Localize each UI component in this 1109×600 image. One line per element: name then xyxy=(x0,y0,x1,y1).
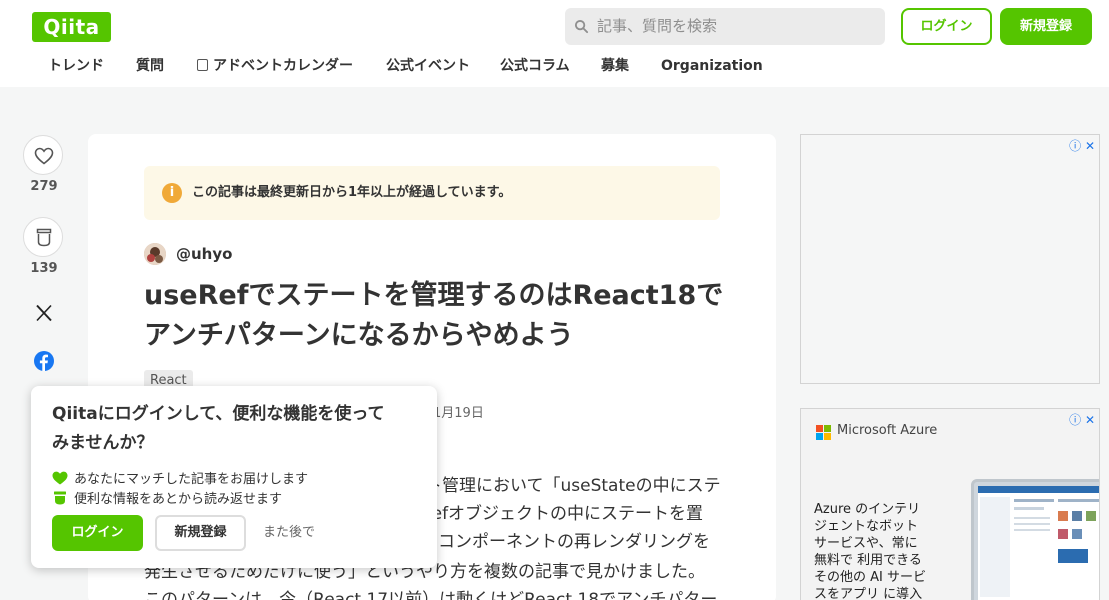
heart-icon xyxy=(52,471,68,485)
login-prompt-heading-line-2: みませんか？ xyxy=(52,433,154,453)
outdated-notice-text: この記事は最終更新日から1年以上が経過しています。 xyxy=(192,185,512,200)
microsoft-logo-icon xyxy=(816,425,832,441)
qiita-logo[interactable]: Qiita xyxy=(32,12,111,42)
popup-later-link[interactable]: また後で xyxy=(263,515,315,551)
article-title: useRefでステートを管理するのはReact18で アンチパターンになるからや… xyxy=(144,276,734,356)
article-title-line-2: アンチパターンになるからやめよう xyxy=(144,320,574,351)
article-date: 1月19日 xyxy=(433,406,484,421)
ad-close-icon[interactable]: ✕ xyxy=(1085,413,1095,427)
ad-slot-azure[interactable]: ⓘ ✕ Microsoft Azure Azure のインテリ ジェントなボット… xyxy=(800,408,1100,600)
author-name: @uhyo xyxy=(176,245,233,263)
adchoices-controls[interactable]: ⓘ ✕ xyxy=(1069,137,1095,154)
ad-copy-line-6: スをアプリ に導入 xyxy=(814,587,923,600)
ad-copy: Azure のインテリ ジェントなボット サービスや、常に 無料で 利用できる … xyxy=(814,501,964,600)
adchoices-icon[interactable]: ⓘ xyxy=(1069,413,1081,427)
ad-copy-line-5: その他の AI サービ xyxy=(814,570,926,585)
feature-item-read-later: 便利な情報をあとから読み返せます xyxy=(52,488,282,507)
login-prompt-heading: Qiitaにログインして、便利な機能を使って みませんか？ xyxy=(52,400,422,458)
nav-item-advent-calendar[interactable]: アドベントカレンダー xyxy=(197,52,353,80)
login-button[interactable]: ログイン xyxy=(901,8,992,45)
feature-text-1: あなたにマッチした記事をお届けします xyxy=(74,472,309,487)
ad-slot-top[interactable]: ⓘ ✕ xyxy=(800,134,1100,384)
info-icon: i xyxy=(162,183,182,203)
popup-signup-button[interactable]: 新規登録 xyxy=(155,515,246,551)
x-share-icon[interactable] xyxy=(35,304,53,322)
nav-item-advent-calendar-label: アドベントカレンダー xyxy=(213,58,353,74)
adchoices-icon[interactable]: ⓘ xyxy=(1069,139,1081,153)
nav-item-questions[interactable]: 質問 xyxy=(136,52,164,80)
signup-button[interactable]: 新規登録 xyxy=(1000,8,1092,45)
body-line-5: このパターンは、今（React 17以前）は動くけどReact 18でアンチパタ… xyxy=(144,590,718,600)
facebook-share-icon[interactable] xyxy=(34,351,54,371)
calendar-icon xyxy=(197,59,208,71)
nav-item-trend[interactable]: トレンド xyxy=(48,52,104,80)
adchoices-controls[interactable]: ⓘ ✕ xyxy=(1069,411,1095,428)
avatar xyxy=(144,243,166,265)
ad-copy-line-1: Azure のインテリ xyxy=(814,502,921,517)
ad-copy-line-2: ジェントなボット xyxy=(814,519,919,534)
ad-close-icon[interactable]: ✕ xyxy=(1085,139,1095,153)
search-icon xyxy=(574,19,589,34)
stock-icon xyxy=(36,228,52,247)
body-line-2: refオブジェクトの中にステートを置 xyxy=(425,504,704,524)
nav-item-recruitment[interactable]: 募集 xyxy=(601,52,629,80)
like-button[interactable] xyxy=(23,135,63,175)
ad-brand: Microsoft Azure xyxy=(837,423,938,438)
ad-laptop-image xyxy=(971,479,1099,600)
login-prompt-popup: Qiitaにログインして、便利な機能を使って みませんか？ あなたにマッチした記… xyxy=(31,386,437,568)
like-count: 279 xyxy=(30,179,58,194)
nav-item-organization[interactable]: Organization xyxy=(661,52,763,80)
ad-copy-line-3: サービスや、常に xyxy=(814,536,918,551)
search-placeholder: 記事、質問を検索 xyxy=(597,17,718,35)
stock-button[interactable] xyxy=(23,217,63,257)
heart-icon xyxy=(34,147,54,165)
nav-item-official-column[interactable]: 公式コラム xyxy=(500,52,570,80)
site-header: Qiita 記事、質問を検索 ログイン 新規登録 トレンド 質問 アドベントカレ… xyxy=(0,0,1109,87)
body-line-1: ト管理において「useStateの中にステ xyxy=(425,476,721,496)
ad-copy-line-4: 無料で 利用できる xyxy=(814,553,922,568)
body-line-3: コンポーネントの再レンダリングを xyxy=(438,532,710,552)
stock-count: 139 xyxy=(30,261,58,276)
feature-text-2: 便利な情報をあとから読み返せます xyxy=(74,492,283,507)
main-nav: トレンド 質問 アドベントカレンダー 公式イベント 公式コラム 募集 Organ… xyxy=(0,52,1109,80)
nav-item-official-events[interactable]: 公式イベント xyxy=(386,52,470,80)
stock-icon xyxy=(54,491,66,505)
feature-item-matched-articles: あなたにマッチした記事をお届けします xyxy=(52,468,308,487)
login-prompt-heading-line-1: Qiitaにログインして、便利な機能を使って xyxy=(52,404,385,424)
outdated-notice: i この記事は最終更新日から1年以上が経過しています。 xyxy=(144,166,720,220)
search-input[interactable]: 記事、質問を検索 xyxy=(565,8,885,45)
article-title-line-1: useRefでステートを管理するのはReact18で xyxy=(144,280,724,311)
popup-login-button[interactable]: ログイン xyxy=(52,515,143,551)
